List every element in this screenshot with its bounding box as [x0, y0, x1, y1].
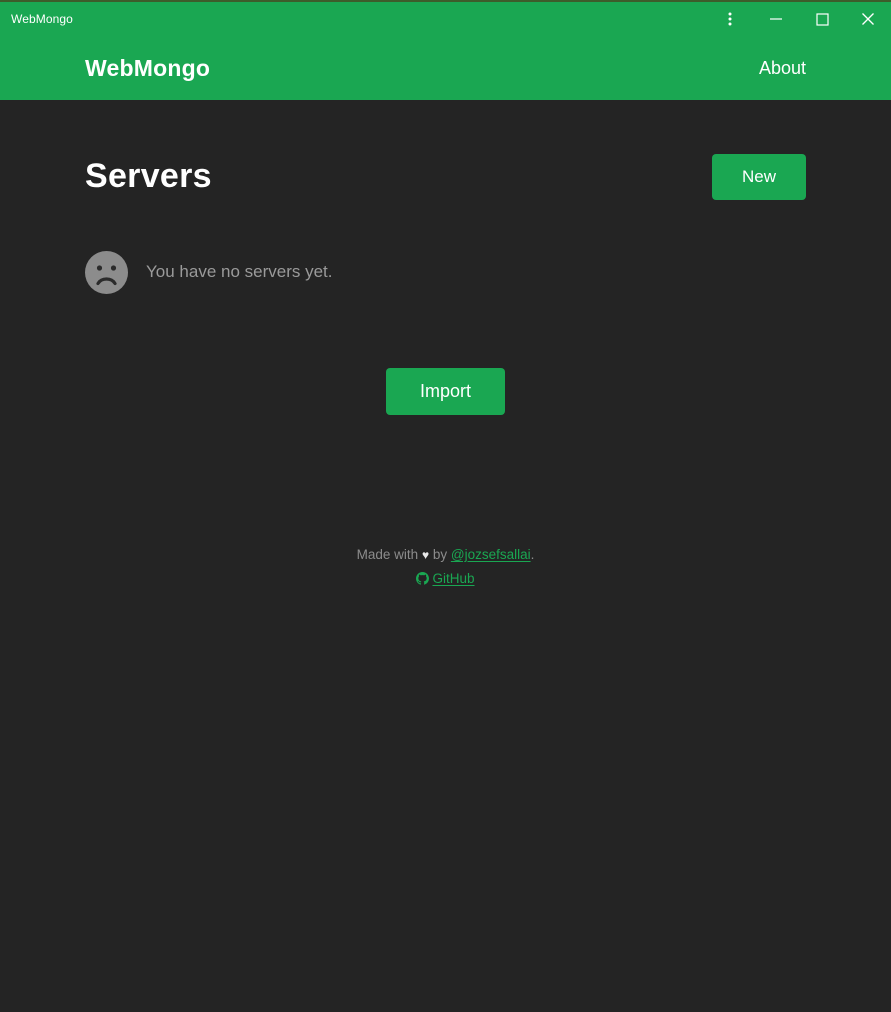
app-window: WebMongo WebMongo About Servers New You …	[0, 0, 891, 1012]
footer: Made with ♥ by @jozsefsallai. GitHub	[85, 545, 806, 592]
title-bar: WebMongo	[0, 2, 891, 36]
footer-by-label: by	[432, 546, 448, 562]
close-icon	[861, 12, 875, 26]
app-brand[interactable]: WebMongo	[85, 56, 210, 80]
close-button[interactable]	[845, 2, 891, 36]
app-header: WebMongo About	[0, 36, 891, 100]
github-link[interactable]: GitHub	[416, 570, 475, 586]
kebab-menu-button[interactable]	[707, 2, 753, 36]
kebab-menu-icon	[728, 11, 732, 27]
heart-icon: ♥	[421, 547, 430, 562]
minimize-button[interactable]	[753, 2, 799, 36]
github-icon	[416, 571, 430, 591]
import-section: Import	[85, 367, 806, 415]
maximize-button[interactable]	[799, 2, 845, 36]
window-title: WebMongo	[11, 12, 73, 26]
nav-link-about[interactable]: About	[759, 59, 806, 77]
footer-credit-line: Made with ♥ by @jozsefsallai.	[85, 545, 806, 565]
footer-github-line: GitHub	[85, 569, 806, 591]
sad-face-icon	[85, 250, 128, 294]
maximize-icon	[815, 12, 829, 26]
page-header: Servers New	[85, 100, 806, 200]
main-content: Servers New You have no servers yet. Imp…	[0, 100, 891, 1012]
footer-period: .	[530, 546, 535, 562]
empty-state: You have no servers yet.	[85, 250, 806, 294]
empty-state-message: You have no servers yet.	[146, 262, 333, 282]
new-server-button[interactable]: New	[711, 154, 806, 200]
window-controls	[707, 2, 891, 36]
page-title: Servers	[85, 157, 212, 196]
author-link[interactable]: @jozsefsallai	[451, 547, 531, 562]
footer-made-with-label: Made with	[356, 546, 419, 562]
minimize-icon	[769, 12, 783, 26]
github-link-label: GitHub	[432, 570, 475, 586]
import-button[interactable]: Import	[385, 367, 505, 415]
